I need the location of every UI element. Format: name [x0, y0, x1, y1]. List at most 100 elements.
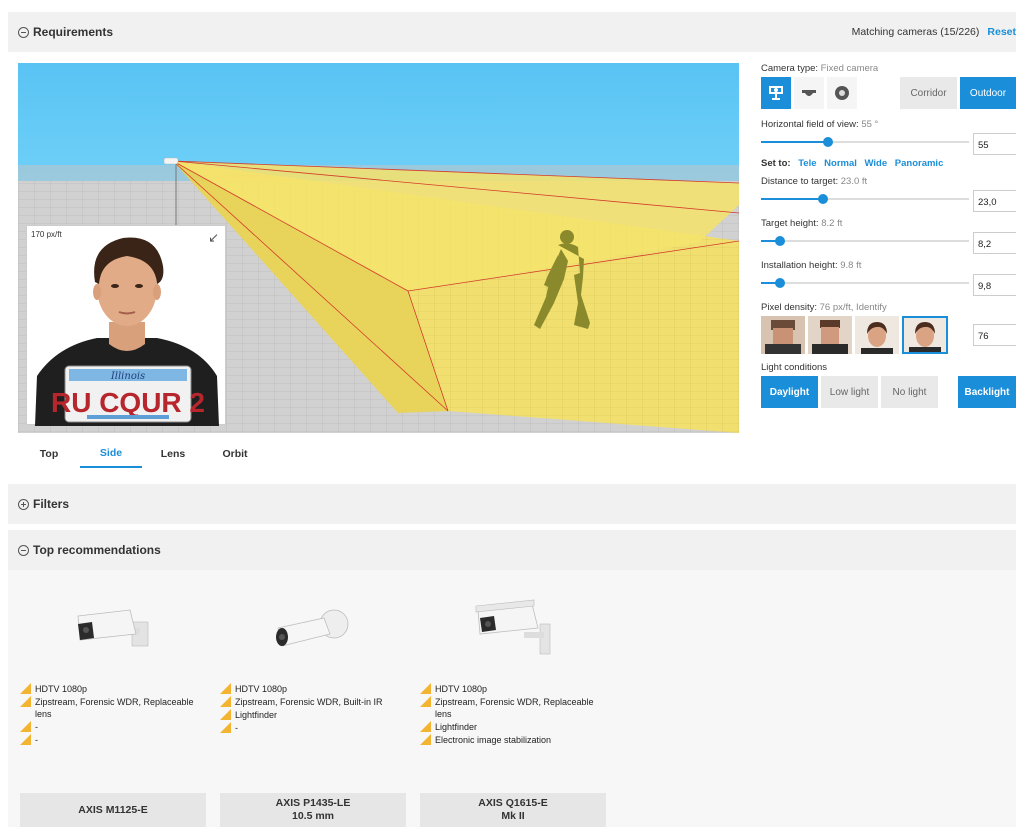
dome-camera-button[interactable] [794, 77, 824, 109]
distance-slider-knob[interactable] [818, 194, 829, 204]
no-light-button[interactable]: No light [881, 376, 938, 408]
dome-camera-icon [802, 90, 816, 96]
ptz-camera-icon [835, 86, 849, 100]
feature-item: HDTV 1080p [420, 683, 606, 695]
hfov-slider-row: 55 [761, 133, 1016, 155]
set-wide-link[interactable]: Wide [865, 158, 888, 169]
plate-number-text: RU CQUR 2 [51, 387, 205, 418]
filters-title: Filters [33, 497, 70, 511]
feature-item: - [20, 734, 206, 746]
feature-item: Zipstream, Forensic WDR, Built-in IR [220, 696, 406, 708]
set-panoramic-link[interactable]: Panoramic [895, 158, 944, 169]
pixel-density-preview[interactable]: 170 px/ft ↙ Illinois RU CQUR 2 [26, 225, 226, 426]
hfov-label: Horizontal field of view: 55 ° [761, 119, 879, 130]
filters-header[interactable]: Filters [8, 484, 1016, 524]
target-height-label: Target height: 8.2 ft [761, 218, 843, 229]
feature-bullet-icon [20, 696, 31, 707]
view-tabs: Top Side Lens Orbit [18, 440, 266, 468]
feature-list: HDTV 1080p Zipstream, Forensic WDR, Repl… [20, 683, 206, 746]
face-thumb-clear-1 [855, 316, 899, 354]
low-light-button[interactable]: Low light [821, 376, 878, 408]
scene-viewport[interactable]: 170 px/ft ↙ Illinois RU CQUR 2 [18, 63, 739, 433]
feature-item: Electronic image stabilization [420, 734, 606, 746]
camera-product-image [276, 609, 349, 647]
camera-name-button[interactable]: AXIS M1125-E [20, 793, 206, 827]
feature-item: - [20, 721, 206, 733]
feature-item: HDTV 1080p [220, 683, 406, 695]
install-height-slider[interactable] [761, 278, 969, 288]
camera-name-button[interactable]: AXIS Q1615-E Mk II [420, 793, 606, 827]
density-thumb-identify[interactable] [902, 316, 948, 354]
recommendation-card[interactable]: HDTV 1080p Zipstream, Forensic WDR, Repl… [20, 570, 206, 827]
distance-slider[interactable] [761, 194, 969, 204]
daylight-button[interactable]: Daylight [761, 376, 818, 408]
recommendations-list: HDTV 1080p Zipstream, Forensic WDR, Repl… [8, 570, 1016, 827]
distance-slider-row: 23,0 [761, 190, 1016, 212]
recommendation-card[interactable]: HDTV 1080p Zipstream, Forensic WDR, Buil… [220, 570, 406, 827]
feature-bullet-icon [220, 696, 231, 707]
distance-input[interactable]: 23,0 [973, 190, 1016, 212]
density-thumb-observe[interactable] [808, 316, 852, 354]
distance-label: Distance to target: 23.0 ft [761, 176, 868, 187]
camera-name-button[interactable]: AXIS P1435-LE 10.5 mm [220, 793, 406, 827]
set-to-label: Set to: [761, 158, 791, 169]
face-thumb-pixelated-1 [761, 316, 805, 354]
recommendations-title: Top recommendations [33, 543, 161, 557]
set-to-row: Set to: Tele Normal Wide Panoramic [761, 158, 1016, 172]
camera-type-label: Camera type: Fixed camera [761, 63, 879, 74]
ptz-camera-button[interactable] [827, 77, 857, 109]
expand-icon[interactable] [18, 498, 29, 510]
target-height-slider-row: 8,2 [761, 232, 1016, 254]
density-thumb-recognize[interactable] [855, 316, 899, 354]
set-tele-link[interactable]: Tele [798, 158, 816, 169]
fixed-camera-button[interactable] [761, 77, 791, 109]
feature-bullet-icon [220, 709, 231, 720]
feature-item: Lightfinder [220, 709, 406, 721]
feature-item: - [220, 722, 406, 734]
matching-cameras-count: Matching cameras (15/226) [851, 26, 980, 38]
requirements-title: Requirements [33, 25, 114, 39]
recommendations-header[interactable]: Top recommendations [8, 530, 1016, 570]
density-thumb-detect[interactable] [761, 316, 805, 354]
matching-info: Matching cameras (15/226) Reset [852, 12, 1016, 52]
tab-orbit[interactable]: Orbit [204, 440, 266, 468]
target-height-value: 8.2 ft [821, 218, 843, 229]
face-thumb-pixelated-2 [808, 316, 852, 354]
recommendation-card[interactable]: HDTV 1080p Zipstream, Forensic WDR, Repl… [420, 570, 606, 827]
distance-value: 23.0 ft [840, 176, 868, 187]
feature-bullet-icon [220, 683, 231, 694]
pixel-density-input[interactable]: 76 [973, 324, 1016, 346]
feature-bullet-icon [20, 683, 31, 694]
install-height-slider-knob[interactable] [774, 278, 785, 288]
collapse-icon[interactable] [18, 544, 29, 556]
camera-type-value: Fixed camera [820, 63, 879, 74]
collapse-icon[interactable] [18, 26, 29, 38]
feature-bullet-icon [20, 721, 31, 732]
reset-link[interactable]: Reset [987, 26, 1016, 38]
feature-bullet-icon [420, 721, 431, 732]
camera-product-image [77, 609, 149, 647]
hfov-slider[interactable] [761, 137, 969, 147]
target-height-slider-knob[interactable] [774, 236, 785, 246]
tab-side[interactable]: Side [80, 440, 142, 468]
camera-variant: Mk II [501, 810, 525, 822]
install-height-input[interactable]: 9,8 [973, 274, 1016, 296]
pixel-density-thumbs: 76 [761, 316, 1016, 356]
tab-top[interactable]: Top [18, 440, 80, 468]
corridor-button[interactable]: Corridor [900, 77, 957, 109]
camera-model-icon [163, 157, 179, 165]
requirements-header[interactable]: Requirements Matching cameras (15/226) R… [8, 12, 1016, 52]
light-conditions-label: Light conditions [761, 362, 828, 373]
backlight-button[interactable]: Backlight [958, 376, 1016, 408]
feature-bullet-icon [420, 734, 431, 745]
feature-bullet-icon [420, 683, 431, 694]
target-height-input[interactable]: 8,2 [973, 232, 1016, 254]
outdoor-button[interactable]: Outdoor [960, 77, 1016, 109]
set-normal-link[interactable]: Normal [824, 158, 857, 169]
person-portrait-image: Illinois RU CQUR 2 [35, 237, 219, 426]
plate-state-text: Illinois [110, 371, 145, 382]
tab-lens[interactable]: Lens [142, 440, 204, 468]
hfov-slider-knob[interactable] [822, 137, 833, 147]
target-height-slider[interactable] [761, 236, 969, 246]
hfov-input[interactable]: 55 [973, 133, 1016, 155]
